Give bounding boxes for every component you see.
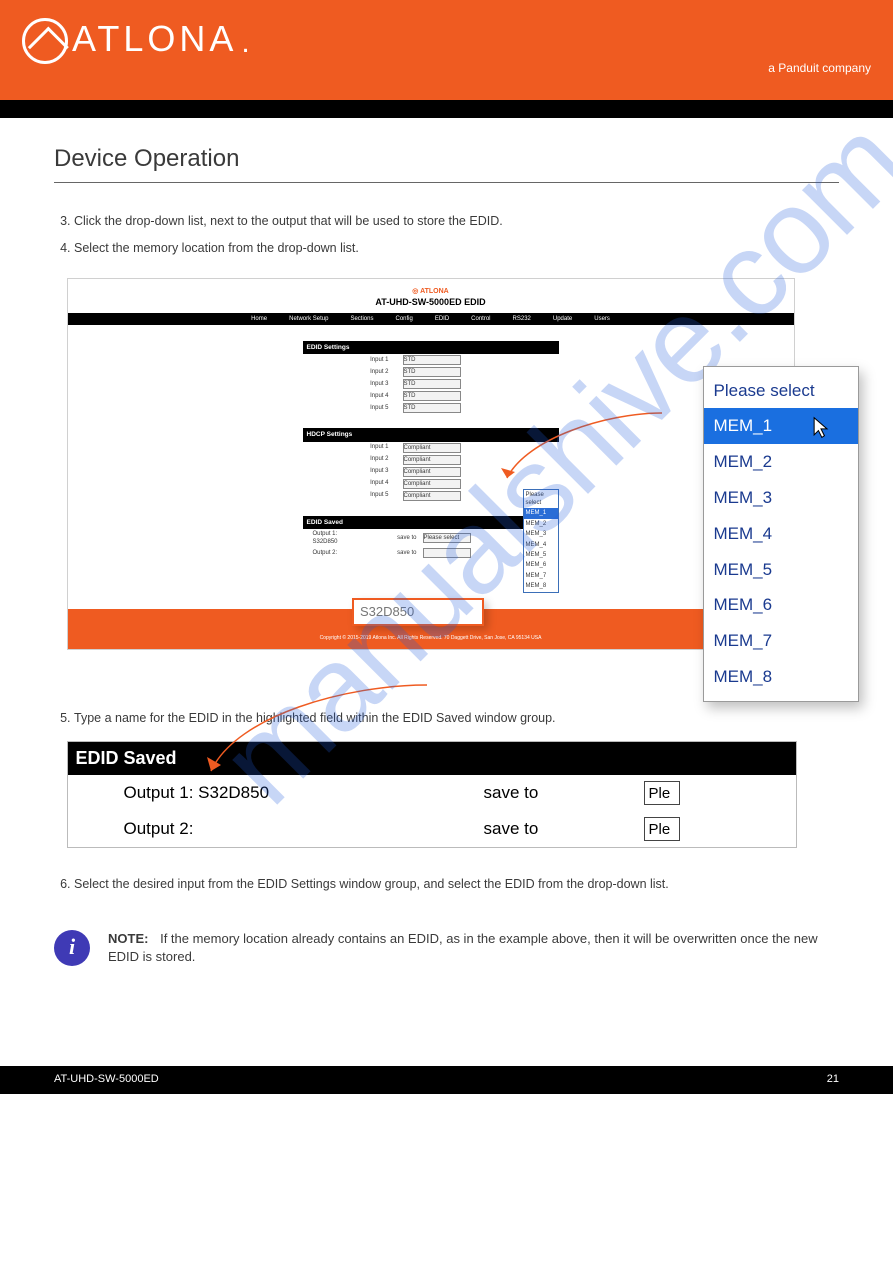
section-title: Device Operation	[54, 142, 839, 183]
nav-item[interactable]: Update	[553, 315, 572, 323]
screenshot-2-wrapper: EDID Saved Output 1: S32D850 save to Ple…	[67, 741, 827, 848]
step-5: Type a name for the EDID in the highligh…	[74, 710, 839, 728]
popup-option[interactable]: MEM_4	[704, 516, 858, 552]
edid-saved-panel-head: EDID Saved	[68, 742, 796, 775]
edid-select[interactable]: STD	[403, 403, 461, 413]
table-row: Output 1: S32D850 save to Ple	[68, 775, 796, 811]
screenshot-1-wrapper: ◎ ATLONA AT-UHD-SW-5000ED EDID Home Netw…	[67, 278, 827, 650]
brand-name: ATLONA	[72, 14, 237, 64]
steps-list-a: Click the drop-down list, next to the ou…	[74, 213, 839, 258]
cursor-icon	[812, 416, 830, 440]
open-dropdown-list[interactable]: Please select MEM_1 MEM_2 MEM_3 MEM_4 ME…	[523, 489, 559, 593]
hdcp-select[interactable]: Compliant	[403, 479, 461, 489]
hdcp-settings-table: HDCP Settings Input 1Compliant Input 2Co…	[303, 428, 559, 501]
popup-option[interactable]: MEM_7	[704, 623, 858, 659]
popup-option[interactable]: MEM_6	[704, 587, 858, 623]
hdcp-select[interactable]: Compliant	[403, 443, 461, 453]
table-row: Output 2: save to Ple	[68, 811, 796, 847]
note-block: NOTE: If the memory location already con…	[54, 930, 839, 966]
hdcp-select[interactable]: Compliant	[403, 491, 461, 501]
steps-list-c: Select the desired input from the EDID S…	[74, 876, 839, 894]
nav-item[interactable]: RS232	[513, 315, 531, 323]
save-to-dropdown[interactable]: Ple	[644, 781, 680, 805]
info-icon	[54, 930, 90, 966]
step-4: Select the memory location from the drop…	[74, 240, 839, 258]
nav-item[interactable]: EDID	[435, 315, 449, 323]
save-to-label: save to	[484, 781, 644, 805]
atlona-logo-icon	[22, 18, 68, 64]
edid-select[interactable]: STD	[403, 379, 461, 389]
edid-name-highlight-box: S32D850	[352, 598, 484, 626]
nav-item[interactable]: Sections	[350, 315, 373, 323]
save-to-select[interactable]	[423, 548, 471, 558]
screenshot-edid-page: ◎ ATLONA AT-UHD-SW-5000ED EDID Home Netw…	[67, 278, 795, 650]
header-divider	[0, 100, 893, 118]
brand-dot: .	[241, 22, 253, 64]
steps-list-b: Type a name for the EDID in the highligh…	[74, 710, 839, 728]
brand-logo-block: ATLONA .	[22, 14, 871, 64]
shot-title: AT-UHD-SW-5000ED EDID	[375, 297, 485, 307]
popup-option[interactable]: MEM_8	[704, 659, 858, 695]
save-to-dropdown[interactable]: Ple	[644, 817, 680, 841]
edid-select[interactable]: STD	[403, 391, 461, 401]
shot-logo-icon: ◎ ATLONA	[68, 287, 794, 297]
edid-settings-head: EDID Settings	[303, 341, 559, 354]
popup-option[interactable]: MEM_5	[704, 552, 858, 588]
edid-saved-head: EDID Saved	[303, 516, 559, 529]
output-label: Output 2:	[124, 817, 484, 841]
edid-settings-table: EDID Settings Input 1STD Input 2STD Inpu…	[303, 341, 559, 414]
nav-item[interactable]: Users	[594, 315, 610, 323]
brand-header: ATLONA . a Panduit company	[0, 0, 893, 100]
nav-item[interactable]: Control	[471, 315, 490, 323]
footer-page-number: 21	[827, 1072, 839, 1087]
hdcp-settings-head: HDCP Settings	[303, 428, 559, 441]
note-body: If the memory location already contains …	[108, 931, 818, 964]
step-3: Click the drop-down list, next to the ou…	[74, 213, 839, 231]
nav-item[interactable]: Config	[395, 315, 412, 323]
edid-select[interactable]: STD	[403, 355, 461, 365]
popup-option[interactable]: MEM_3	[704, 480, 858, 516]
edid-select[interactable]: STD	[403, 367, 461, 377]
hdcp-select[interactable]: Compliant	[403, 455, 461, 465]
hdcp-select[interactable]: Compliant	[403, 467, 461, 477]
memory-select-popup: Please select MEM_1 MEM_2 MEM_3 MEM_4 ME…	[703, 366, 859, 702]
shot-header: ◎ ATLONA AT-UHD-SW-5000ED EDID	[68, 279, 794, 313]
nav-item[interactable]: Home	[251, 315, 267, 323]
note-label: NOTE:	[108, 931, 148, 946]
popup-option[interactable]: Please select	[704, 373, 858, 409]
page-content: manualshive.com Device Operation Click t…	[0, 118, 893, 1026]
note-text-wrap: NOTE: If the memory location already con…	[108, 930, 839, 966]
page-footer: AT-UHD-SW-5000ED 21	[0, 1066, 893, 1093]
footer-model: AT-UHD-SW-5000ED	[54, 1072, 159, 1087]
shot-nav: Home Network Setup Sections Config EDID …	[68, 313, 794, 325]
popup-option-selected[interactable]: MEM_1	[704, 408, 858, 444]
output-label: Output 1: S32D850	[124, 781, 484, 805]
save-to-select[interactable]: Please select	[423, 533, 471, 543]
popup-option[interactable]: MEM_2	[704, 444, 858, 480]
edid-saved-table: EDID Saved Output 1: S32D850save toPleas…	[303, 516, 559, 560]
save-to-label: save to	[484, 817, 644, 841]
nav-item[interactable]: Network Setup	[289, 315, 328, 323]
step-6: Select the desired input from the EDID S…	[74, 876, 839, 894]
edid-saved-panel: EDID Saved Output 1: S32D850 save to Ple…	[67, 741, 797, 848]
